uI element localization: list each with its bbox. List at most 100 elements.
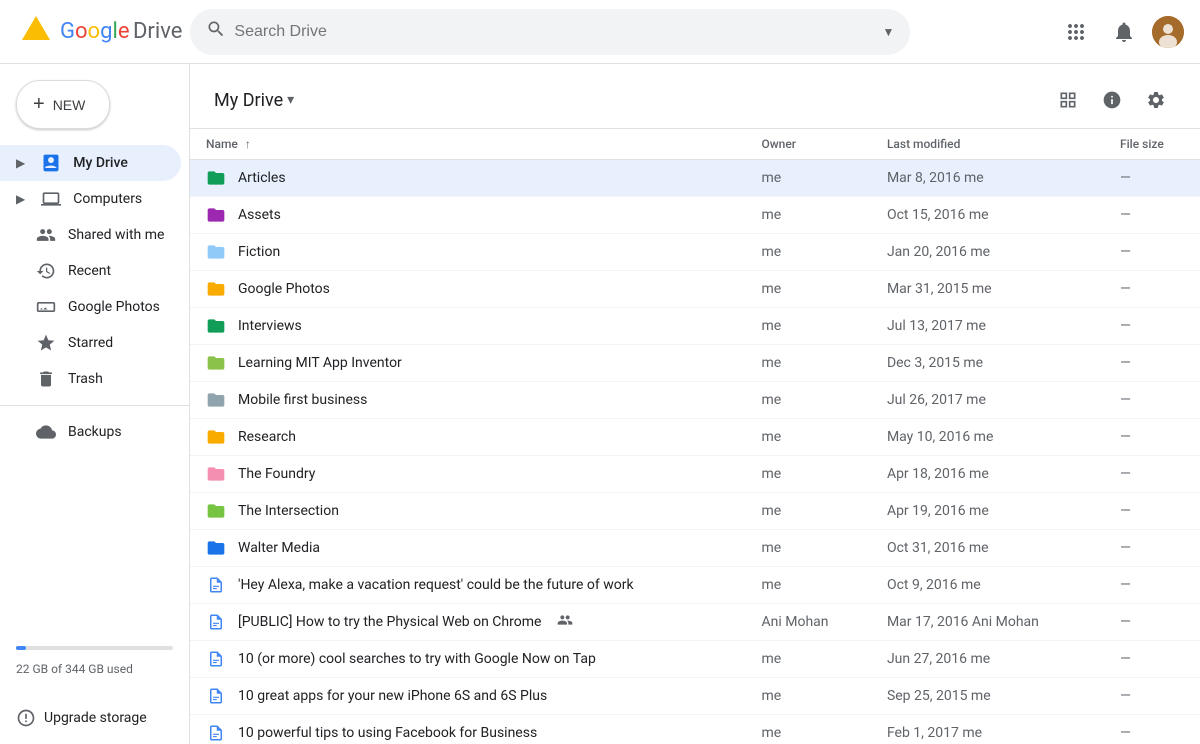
table-row[interactable]: Mobile first business me Jul 26, 2017 me… (190, 382, 1200, 419)
table-row[interactable]: Assets me Oct 15, 2016 me — (190, 197, 1200, 234)
table-row[interactable]: [PUBLIC] How to try the Physical Web on … (190, 604, 1200, 641)
doc-icon (206, 649, 226, 669)
sidebar-item-label-starred: Starred (68, 335, 113, 351)
logo: Google Drive (16, 12, 182, 52)
shared-icon (36, 225, 56, 245)
search-bar[interactable]: ▼ (190, 9, 910, 55)
recent-icon (36, 261, 56, 281)
title-dropdown-icon[interactable]: ▾ (287, 92, 294, 108)
col-size-label: File size (1120, 137, 1164, 151)
search-icon (206, 19, 226, 44)
table-row[interactable]: Google Photos me Mar 31, 2015 me — (190, 271, 1200, 308)
file-name-cell: Fiction (190, 234, 746, 270)
table-row[interactable]: Articles me Mar 8, 2016 me — (190, 160, 1200, 197)
file-owner-cell: me (746, 530, 871, 567)
doc-icon (206, 612, 226, 632)
file-modified-cell: Mar 31, 2015 me (871, 271, 1104, 308)
table-row[interactable]: Interviews me Jul 13, 2017 me — (190, 308, 1200, 345)
sidebar-item-label-my-drive: My Drive (73, 155, 128, 171)
folder-icon (206, 279, 226, 299)
file-owner-cell: Ani Mohan (746, 604, 871, 641)
my-drive-icon (41, 153, 61, 173)
sidebar-item-starred[interactable]: Starred (0, 325, 181, 361)
file-modified-cell: Oct 31, 2016 me (871, 530, 1104, 567)
col-name[interactable]: Name ↑ (190, 129, 746, 160)
sidebar-item-label-shared: Shared with me (68, 227, 164, 243)
upgrade-storage-button[interactable]: Upgrade storage (0, 700, 189, 736)
table-row[interactable]: Learning MIT App Inventor me Dec 3, 2015… (190, 345, 1200, 382)
table-row[interactable]: Research me May 10, 2016 me — (190, 419, 1200, 456)
table-row[interactable]: 10 (or more) cool searches to try with G… (190, 641, 1200, 678)
table-row[interactable]: 10 powerful tips to using Facebook for B… (190, 715, 1200, 744)
file-modified-cell: Mar 17, 2016 Ani Mohan (871, 604, 1104, 641)
file-modified-cell: Sep 25, 2015 me (871, 678, 1104, 715)
doc-icon (206, 686, 226, 706)
file-size-cell: — (1104, 715, 1200, 744)
file-owner-cell: me (746, 493, 871, 530)
table-row[interactable]: The Foundry me Apr 18, 2016 me — (190, 456, 1200, 493)
table-row[interactable]: 10 great apps for your new iPhone 6S and… (190, 678, 1200, 715)
file-modified-cell: Oct 9, 2016 me (871, 567, 1104, 604)
search-dropdown-icon[interactable]: ▼ (883, 25, 895, 39)
search-input[interactable] (234, 23, 874, 41)
table-row[interactable]: The Intersection me Apr 19, 2016 me — (190, 493, 1200, 530)
drive-title: My Drive ▾ (214, 90, 294, 111)
sidebar-item-trash[interactable]: Trash (0, 361, 181, 397)
folder-icon (206, 242, 226, 262)
sidebar-item-shared[interactable]: Shared with me (0, 217, 181, 253)
sidebar-item-label-photos: Google Photos (68, 299, 160, 315)
folder-icon (206, 390, 226, 410)
file-size-cell: — (1104, 604, 1200, 641)
apps-icon[interactable] (1056, 12, 1096, 52)
storage-section: 22 GB of 344 GB used (0, 630, 189, 700)
sidebar-divider (0, 405, 189, 406)
new-plus-icon: + (33, 93, 45, 116)
file-modified-cell: Apr 18, 2016 me (871, 456, 1104, 493)
file-size-cell: — (1104, 567, 1200, 604)
file-name-cell: Interviews (190, 308, 746, 344)
file-owner-cell: me (746, 197, 871, 234)
sort-arrow-icon: ↑ (245, 137, 251, 151)
file-name: [PUBLIC] How to try the Physical Web on … (238, 614, 541, 630)
sidebar-item-backups[interactable]: Backups (0, 414, 181, 450)
file-owner-cell: me (746, 419, 871, 456)
file-size-cell: — (1104, 493, 1200, 530)
file-table-container: Name ↑ Owner Last modified File size (190, 129, 1200, 744)
file-name-cell: 10 powerful tips to using Facebook for B… (190, 715, 746, 744)
file-size-cell: — (1104, 197, 1200, 234)
sidebar-item-label-trash: Trash (68, 371, 103, 387)
folder-icon (206, 316, 226, 336)
sidebar-item-google-photos[interactable]: Google Photos (0, 289, 181, 325)
file-name-cell: Google Photos (190, 271, 746, 307)
file-table: Name ↑ Owner Last modified File size (190, 129, 1200, 744)
new-button[interactable]: + NEW (16, 80, 110, 129)
settings-icon[interactable] (1136, 80, 1176, 120)
table-row[interactable]: Walter Media me Oct 31, 2016 me — (190, 530, 1200, 567)
col-owner[interactable]: Owner (746, 129, 871, 160)
sidebar-item-label-recent: Recent (68, 263, 111, 279)
col-modified[interactable]: Last modified (871, 129, 1104, 160)
starred-icon (36, 333, 56, 353)
sidebar-item-computers[interactable]: ▶ Computers (0, 181, 181, 217)
file-owner-cell: me (746, 160, 871, 197)
sidebar-item-label-computers: Computers (73, 191, 142, 207)
file-name: Interviews (238, 318, 302, 334)
topbar-right (1056, 12, 1184, 52)
table-header-row: Name ↑ Owner Last modified File size (190, 129, 1200, 160)
file-name-cell: Articles (190, 160, 746, 196)
info-icon[interactable] (1092, 80, 1132, 120)
file-name: 10 powerful tips to using Facebook for B… (238, 725, 537, 741)
table-row[interactable]: Fiction me Jan 20, 2016 me — (190, 234, 1200, 271)
file-name-cell: Assets (190, 197, 746, 233)
col-size[interactable]: File size (1104, 129, 1200, 160)
doc-icon (206, 575, 226, 595)
notification-icon[interactable] (1104, 12, 1144, 52)
avatar[interactable] (1152, 16, 1184, 48)
table-row[interactable]: 'Hey Alexa, make a vacation request' cou… (190, 567, 1200, 604)
file-name: Walter Media (238, 540, 320, 556)
grid-view-icon[interactable] (1048, 80, 1088, 120)
sidebar-item-my-drive[interactable]: ▶ My Drive (0, 145, 181, 181)
file-owner-cell: me (746, 271, 871, 308)
file-owner-cell: me (746, 567, 871, 604)
sidebar-item-recent[interactable]: Recent (0, 253, 181, 289)
